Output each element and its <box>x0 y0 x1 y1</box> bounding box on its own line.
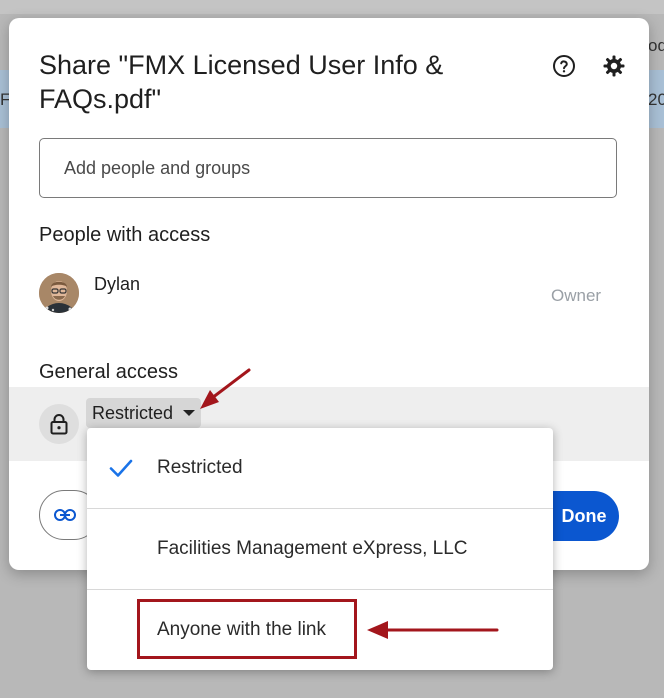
dialog-title: Share "FMX Licensed User Info & FAQs.pdf… <box>39 50 444 114</box>
general-access-label: General access <box>39 361 178 383</box>
person-role: Owner <box>551 286 602 305</box>
gear-icon <box>603 55 625 77</box>
annotation-highlight-box <box>137 599 357 659</box>
person-name: Dylan <box>94 274 141 294</box>
help-button[interactable] <box>550 52 578 80</box>
lock-badge <box>39 404 79 444</box>
menu-item-restricted[interactable]: Restricted <box>87 428 553 508</box>
general-access-dropdown[interactable]: Restricted <box>86 398 202 428</box>
menu-item-label: Facilities Management eXpress, LLC <box>157 538 468 559</box>
menu-item-label: Restricted <box>157 457 243 478</box>
lock-icon <box>50 414 68 435</box>
avatar <box>39 273 79 313</box>
general-access-value: Restricted <box>92 402 174 423</box>
help-circle-icon <box>553 55 575 77</box>
background-top-bar <box>0 0 664 14</box>
settings-button[interactable] <box>600 52 628 80</box>
background-text-right: 20 <box>648 90 664 109</box>
link-icon <box>54 509 76 521</box>
background-text-top: od <box>648 36 664 55</box>
check-icon <box>109 459 133 477</box>
caret-down-icon <box>183 410 196 416</box>
people-with-access-label: People with access <box>39 224 211 246</box>
add-people-input[interactable] <box>39 138 617 198</box>
menu-item-organization[interactable]: Facilities Management eXpress, LLC <box>87 509 553 589</box>
